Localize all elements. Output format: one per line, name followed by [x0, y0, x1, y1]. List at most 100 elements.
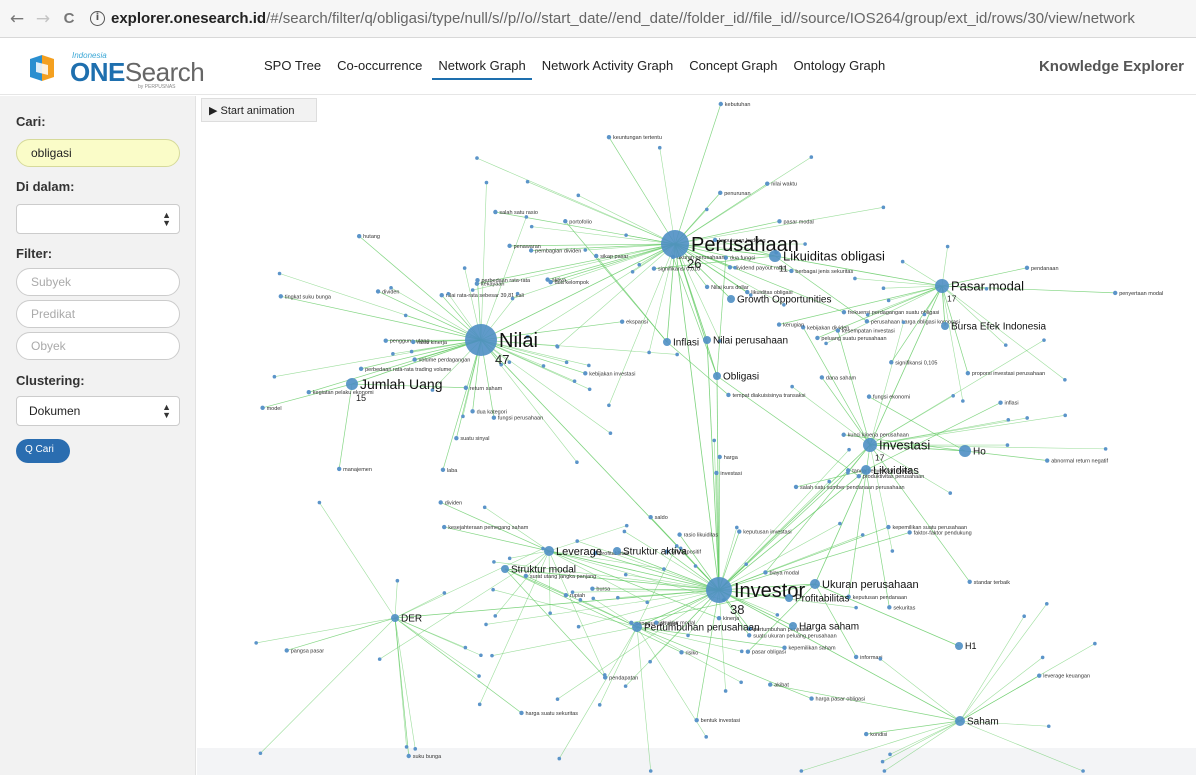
graph-leaf-node[interactable]	[782, 645, 787, 650]
graph-leaf-node[interactable]	[645, 600, 650, 605]
graph-leaf-node[interactable]	[847, 447, 851, 452]
graph-leaf-node[interactable]	[768, 682, 773, 687]
graph-leaf-node[interactable]	[563, 219, 568, 224]
graph-leaf-node[interactable]	[597, 703, 602, 707]
graph-hub-node[interactable]	[863, 438, 877, 452]
graph-hub-node[interactable]	[465, 324, 497, 356]
graph-leaf-node[interactable]	[576, 193, 581, 198]
graph-leaf-node[interactable]	[945, 244, 950, 249]
site-info-icon[interactable]: i	[90, 11, 105, 26]
graph-leaf-node[interactable]	[900, 259, 905, 264]
graph-hub-node[interactable]	[861, 465, 871, 475]
start-animation-button[interactable]: ▶ Start animation	[201, 98, 317, 122]
graph-leaf-node[interactable]	[789, 268, 794, 274]
graph-leaf-node[interactable]	[484, 180, 489, 185]
graph-leaf-node[interactable]	[693, 564, 698, 568]
graph-leaf-node[interactable]	[1081, 769, 1085, 773]
graph-leaf-node[interactable]	[714, 470, 719, 476]
graph-leaf-node[interactable]	[717, 454, 722, 460]
graph-leaf-node[interactable]	[507, 556, 512, 561]
graph-leaf-node[interactable]	[395, 578, 400, 583]
graph-leaf-node[interactable]	[590, 586, 595, 591]
graph-leaf-node[interactable]	[866, 394, 872, 399]
back-arrow-icon[interactable]: ←	[4, 9, 30, 29]
graph-leaf-node[interactable]	[272, 374, 277, 379]
graph-hub-node[interactable]	[544, 546, 554, 556]
graph-leaf-node[interactable]	[967, 579, 972, 584]
graph-leaf-node[interactable]	[555, 697, 560, 701]
graph-leaf-node[interactable]	[630, 270, 635, 274]
graph-leaf-node[interactable]	[602, 673, 607, 677]
graph-leaf-node[interactable]	[809, 696, 814, 701]
graph-hub-node[interactable]	[959, 445, 971, 457]
subyek-input[interactable]: Subyek	[16, 268, 180, 296]
graph-leaf-node[interactable]	[622, 529, 627, 534]
graph-leaf-node[interactable]	[737, 529, 742, 534]
graph-leaf-node[interactable]	[854, 605, 858, 610]
tab-network-graph[interactable]: Network Graph	[432, 58, 532, 80]
graph-leaf-node[interactable]	[389, 285, 393, 290]
graph-leaf-node[interactable]	[878, 657, 883, 661]
graph-leaf-node[interactable]	[746, 633, 752, 638]
url-field[interactable]: explorer.onesearch.id/#/search/filter/q/…	[111, 10, 1135, 27]
onesearch-logo[interactable]: Indonesia ONESearch by PERPUSNAS	[28, 51, 205, 90]
graph-leaf-node[interactable]	[765, 181, 770, 186]
graph-leaf-node[interactable]	[525, 179, 530, 184]
graph-leaf-node[interactable]	[587, 363, 591, 368]
graph-leaf-node[interactable]	[881, 286, 886, 291]
tab-spo-tree[interactable]: SPO Tree	[258, 58, 327, 80]
graph-leaf-node[interactable]	[277, 271, 282, 276]
graph-leaf-node[interactable]	[886, 524, 891, 530]
graph-leaf-node[interactable]	[441, 524, 447, 530]
graph-leaf-node[interactable]	[317, 500, 322, 505]
graph-leaf-node[interactable]	[606, 134, 612, 140]
graph-leaf-node[interactable]	[793, 484, 799, 490]
graph-leaf-node[interactable]	[375, 289, 381, 294]
graph-leaf-node[interactable]	[564, 360, 569, 365]
graph-hub-node[interactable]	[789, 622, 797, 630]
graph-leaf-node[interactable]	[889, 360, 894, 365]
graph-hub-node[interactable]	[955, 642, 963, 650]
graph-leaf-node[interactable]	[411, 339, 416, 345]
graph-leaf-node[interactable]	[493, 614, 498, 618]
graph-leaf-node[interactable]	[454, 436, 459, 441]
graph-leaf-node[interactable]	[965, 370, 971, 376]
graph-leaf-node[interactable]	[563, 593, 569, 598]
graph-leaf-node[interactable]	[739, 649, 744, 654]
graph-leaf-node[interactable]	[623, 684, 628, 688]
graph-hub-node[interactable]	[810, 579, 820, 589]
graph-leaf-node[interactable]	[763, 570, 768, 575]
graph-leaf-node[interactable]	[723, 689, 728, 693]
graph-leaf-node[interactable]	[827, 479, 832, 484]
graph-hub-node[interactable]	[632, 622, 642, 632]
clustering-select[interactable]: Dokumen ▲ ▼	[16, 396, 180, 426]
graph-leaf-node[interactable]	[853, 276, 857, 281]
graph-leaf-node[interactable]	[888, 752, 892, 757]
graph-leaf-node[interactable]	[463, 645, 468, 650]
graph-leaf-node[interactable]	[647, 350, 651, 355]
tab-concept-graph[interactable]: Concept Graph	[683, 58, 783, 80]
graph-leaf-node[interactable]	[777, 219, 782, 224]
graph-leaf-node[interactable]	[865, 313, 870, 317]
graph-leaf-node[interactable]	[951, 393, 955, 398]
predikat-input[interactable]: Predikat	[16, 300, 180, 328]
graph-leaf-node[interactable]	[679, 650, 684, 655]
graph-leaf-node[interactable]	[461, 414, 465, 419]
graph-leaf-node[interactable]	[507, 243, 512, 249]
graph-leaf-node[interactable]	[886, 298, 891, 303]
graph-leaf-node[interactable]	[510, 296, 515, 301]
graph-leaf-node[interactable]	[864, 731, 869, 737]
graph-leaf-node[interactable]	[718, 101, 724, 107]
graph-leaf-node[interactable]	[524, 215, 529, 219]
graph-leaf-node[interactable]	[775, 613, 780, 617]
graph-leaf-node[interactable]	[1042, 338, 1046, 342]
graph-leaf-node[interactable]	[1103, 447, 1108, 451]
graph-leaf-node[interactable]	[1006, 418, 1011, 422]
graph-leaf-node[interactable]	[1063, 413, 1067, 418]
graph-leaf-node[interactable]	[809, 155, 814, 159]
graph-leaf-node[interactable]	[591, 596, 596, 601]
graph-leaf-node[interactable]	[575, 460, 579, 465]
graph-leaf-node[interactable]	[815, 335, 820, 341]
graph-hub-node[interactable]	[935, 279, 949, 293]
graph-leaf-node[interactable]	[657, 145, 662, 150]
